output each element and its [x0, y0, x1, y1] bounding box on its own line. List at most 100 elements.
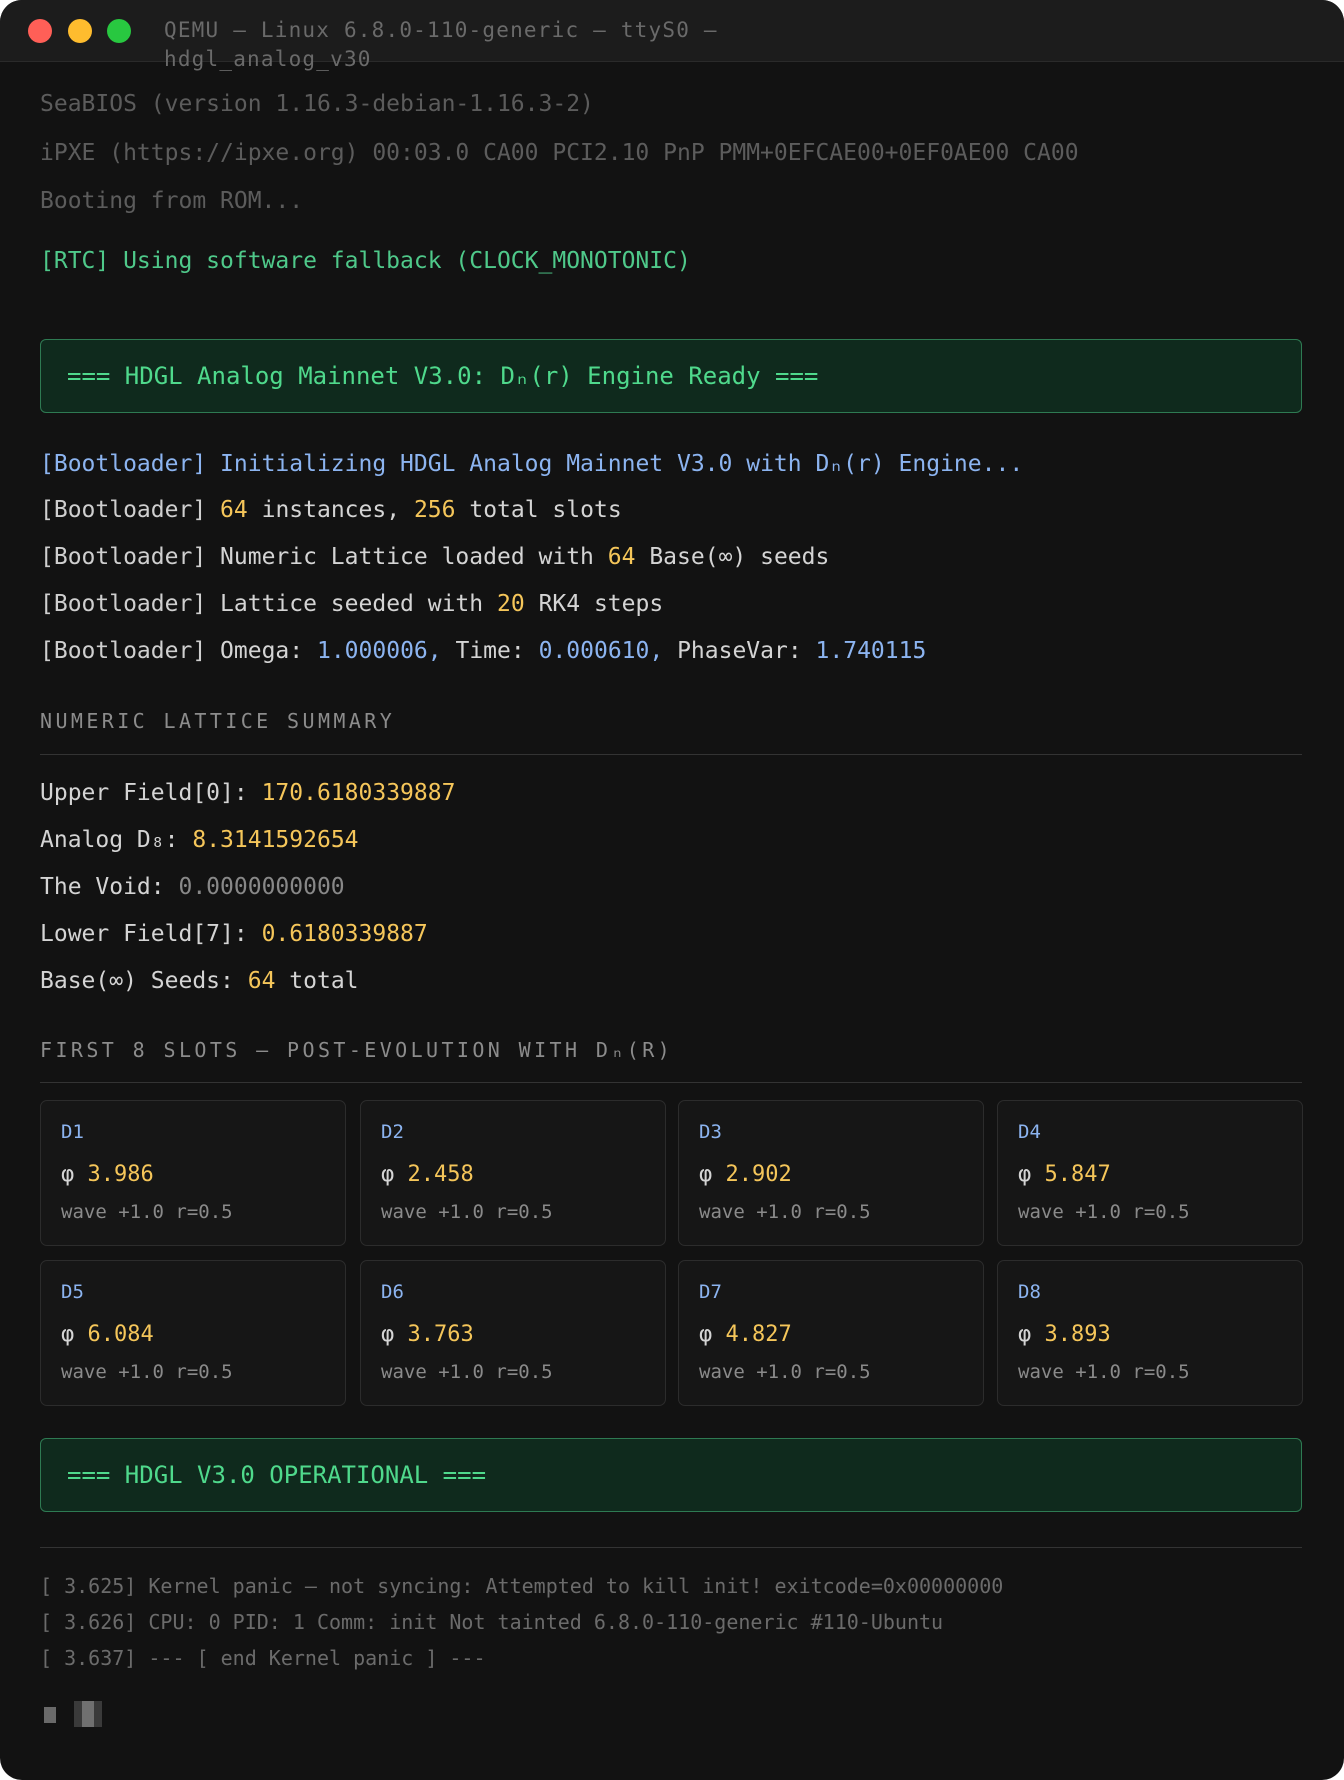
- slots-divider: [40, 1082, 1302, 1083]
- slot-wave: wave +1.0 r=0.5: [699, 1201, 871, 1223]
- phi-symbol: φ: [699, 1162, 713, 1187]
- slot-phi-value: 3.763: [407, 1322, 474, 1347]
- phi-symbol: φ: [1018, 1322, 1032, 1347]
- phi-symbol: φ: [381, 1162, 395, 1187]
- omega-label: Omega:: [220, 638, 304, 664]
- analog-d8-value: 8.3141592654: [192, 827, 359, 853]
- slot-phi: φ 3.763: [381, 1322, 474, 1347]
- phi-symbol: φ: [1018, 1162, 1032, 1187]
- console-cursor: [74, 1701, 102, 1727]
- bios-line-booting: Booting from ROM...: [40, 188, 304, 214]
- slot-label: D1: [61, 1121, 84, 1143]
- operational-banner: === HDGL V3.0 OPERATIONAL ===: [40, 1438, 1302, 1512]
- slot-card: D8 φ 3.893 wave +1.0 r=0.5: [997, 1260, 1303, 1406]
- slot-card: D5 φ 6.084 wave +1.0 r=0.5: [40, 1260, 346, 1406]
- panic-divider: [40, 1547, 1302, 1548]
- seeded-suffix: RK4 steps: [538, 591, 664, 617]
- zoom-button[interactable]: [107, 19, 131, 43]
- bootloader-init-line: [Bootloader] Initializing HDGL Analog Ma…: [40, 449, 1023, 479]
- phasevar-label: PhaseVar:: [677, 638, 802, 664]
- slot-label: D5: [61, 1281, 84, 1303]
- slot-label: D8: [1018, 1281, 1041, 1303]
- slot-card: D4 φ 5.847 wave +1.0 r=0.5: [997, 1100, 1303, 1246]
- slot-label: D3: [699, 1121, 722, 1143]
- seeds-row: Base(∞) Seeds: 64 total: [40, 966, 359, 996]
- slot-label: D4: [1018, 1121, 1041, 1143]
- slot-label: D2: [381, 1121, 404, 1143]
- slot-phi-value: 3.986: [87, 1162, 154, 1187]
- slot-phi: φ 3.986: [61, 1162, 154, 1187]
- slot-wave: wave +1.0 r=0.5: [381, 1361, 553, 1383]
- ready-banner: === HDGL Analog Mainnet V3.0: Dₙ(r) Engi…: [40, 339, 1302, 413]
- slot-phi-value: 6.084: [87, 1322, 154, 1347]
- phi-symbol: φ: [699, 1322, 713, 1347]
- slot-wave: wave +1.0 r=0.5: [1018, 1201, 1190, 1223]
- slot-phi: φ 4.827: [699, 1322, 792, 1347]
- console-cursor-inner: [82, 1701, 94, 1727]
- lattice-count: 64: [607, 544, 636, 570]
- time-label: Time:: [455, 638, 525, 664]
- ready-banner-text: === HDGL Analog Mainnet V3.0: Dₙ(r) Engi…: [67, 362, 819, 390]
- bootloader-instances-line: [Bootloader] 64 instances, 256 total slo…: [40, 495, 622, 525]
- rtc-line: [RTC] Using software fallback (CLOCK_MON…: [40, 248, 691, 274]
- slot-phi-value: 4.827: [725, 1322, 792, 1347]
- slot-phi: φ 3.893: [1018, 1322, 1111, 1347]
- slot-label: D6: [381, 1281, 404, 1303]
- kernel-panic-line-2: [ 3.626] CPU: 0 PID: 1 Comm: init Not ta…: [40, 1610, 944, 1634]
- window-title: QEMU — Linux 6.8.0-110-generic — ttyS0 —…: [164, 18, 718, 71]
- slot-phi-value: 5.847: [1044, 1162, 1111, 1187]
- void-label: The Void:: [40, 874, 165, 900]
- slot-card: D1 φ 3.986 wave +1.0 r=0.5: [40, 1100, 346, 1246]
- slot-card: D3 φ 2.902 wave +1.0 r=0.5: [678, 1100, 984, 1246]
- slot-phi-value: 2.902: [725, 1162, 792, 1187]
- bootloader-prefix: [Bootloader]: [40, 451, 207, 477]
- operational-banner-text: === HDGL V3.0 OPERATIONAL ===: [67, 1461, 487, 1489]
- phi-symbol: φ: [381, 1322, 395, 1347]
- lattice-suffix: Base(∞) seeds: [649, 544, 830, 570]
- phi-symbol: φ: [61, 1162, 75, 1187]
- instances-text: instances,: [261, 497, 401, 523]
- bootloader-prefix: [Bootloader]: [40, 638, 207, 664]
- console-cursor-block: [44, 1707, 56, 1723]
- lower-field-value: 0.6180339887: [261, 921, 428, 947]
- summary-title: NUMERIC LATTICE SUMMARY: [40, 709, 396, 733]
- kernel-panic-line-1: [ 3.625] Kernel panic — not syncing: Att…: [40, 1574, 1004, 1598]
- slots-text: total slots: [469, 497, 622, 523]
- slot-phi: φ 6.084: [61, 1322, 154, 1347]
- qemu-window: QEMU — Linux 6.8.0-110-generic — ttyS0 —…: [0, 0, 1344, 1780]
- upper-field-label: Upper Field[0]:: [40, 780, 248, 806]
- slot-card: D6 φ 3.763 wave +1.0 r=0.5: [360, 1260, 666, 1406]
- bios-line-seabios: SeaBIOS (version 1.16.3-debian-1.16.3-2): [40, 91, 594, 117]
- bootloader-prefix: [Bootloader]: [40, 497, 207, 523]
- slot-wave: wave +1.0 r=0.5: [61, 1361, 233, 1383]
- instances-count: 64: [220, 497, 248, 523]
- slot-phi: φ 2.458: [381, 1162, 474, 1187]
- bootloader-omega-line: [Bootloader] Omega: 1.000006, Time: 0.00…: [40, 636, 926, 666]
- lattice-text: Numeric Lattice loaded with: [220, 544, 594, 570]
- close-button[interactable]: [28, 19, 52, 43]
- slots-title: FIRST 8 SLOTS — POST-EVOLUTION WITH Dₙ(R…: [40, 1038, 674, 1062]
- phasevar-value: 1.740115: [815, 638, 927, 664]
- omega-value: 1.000006,: [316, 638, 442, 664]
- seeded-count: 20: [497, 591, 525, 617]
- slot-wave: wave +1.0 r=0.5: [381, 1201, 553, 1223]
- slot-wave: wave +1.0 r=0.5: [1018, 1361, 1190, 1383]
- slot-phi-value: 3.893: [1044, 1322, 1111, 1347]
- lower-field-row: Lower Field[7]: 0.6180339887: [40, 919, 428, 949]
- minimize-button[interactable]: [68, 19, 92, 43]
- slot-phi: φ 5.847: [1018, 1162, 1111, 1187]
- slot-card: D2 φ 2.458 wave +1.0 r=0.5: [360, 1100, 666, 1246]
- phi-symbol: φ: [61, 1322, 75, 1347]
- time-value: 0.000610,: [538, 638, 664, 664]
- analog-d8-row: Analog D₈: 8.3141592654: [40, 825, 359, 855]
- slot-wave: wave +1.0 r=0.5: [699, 1361, 871, 1383]
- seeded-text: Lattice seeded with: [220, 591, 484, 617]
- slots-count: 256: [413, 497, 456, 523]
- seeds-suffix: total: [289, 968, 359, 994]
- bios-line-ipxe: iPXE (https://ipxe.org) 00:03.0 CA00 PCI…: [40, 140, 1079, 166]
- bootloader-init-text: Initializing HDGL Analog Mainnet V3.0 wi…: [220, 451, 1024, 477]
- slot-phi-value: 2.458: [407, 1162, 474, 1187]
- slot-phi: φ 2.902: [699, 1162, 792, 1187]
- bootloader-lattice-line: [Bootloader] Numeric Lattice loaded with…: [40, 542, 829, 572]
- seeds-label: Base(∞) Seeds:: [40, 968, 234, 994]
